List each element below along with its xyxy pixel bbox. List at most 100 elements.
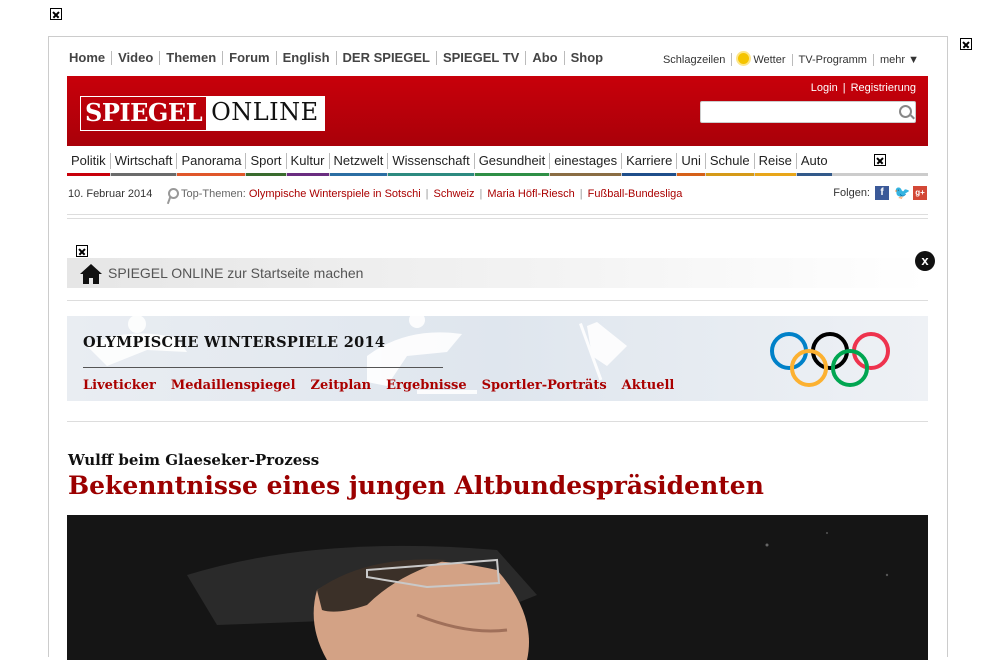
article-kicker[interactable]: Wulff beim Glaeseker-Prozess xyxy=(68,451,319,469)
olympia-link-zeitplan[interactable]: Zeitplan xyxy=(311,378,372,393)
nav-spiegel-tv[interactable]: SPIEGEL TV xyxy=(435,51,525,65)
dateline-bar: 10. Februar 2014 Top-Themen: Olympische … xyxy=(67,186,927,204)
section-color-bar xyxy=(177,173,246,176)
section-tab-uni[interactable]: Uni xyxy=(676,153,705,176)
topic-link[interactable]: Olympische Winterspiele in Sotschi xyxy=(249,188,421,200)
section-tab-label: Auto xyxy=(800,153,828,168)
schlagzeilen-link[interactable]: Schlagzeilen xyxy=(657,54,731,66)
broken-image-icon xyxy=(50,8,62,20)
broken-image-icon xyxy=(960,38,972,50)
nav-der-spiegel[interactable]: DER SPIEGEL xyxy=(335,51,436,65)
topic-link[interactable]: Fußball-Bundesliga xyxy=(588,188,683,200)
section-tab-reise[interactable]: Reise xyxy=(753,153,796,176)
divider xyxy=(67,214,928,215)
current-date: 10. Februar 2014 xyxy=(68,188,153,200)
olympic-rings-icon xyxy=(770,332,890,387)
divider xyxy=(67,421,928,422)
twitter-icon[interactable]: 🐦 xyxy=(894,186,910,200)
mehr-dropdown[interactable]: mehr ▼ xyxy=(872,53,925,66)
google-plus-icon[interactable]: g+ xyxy=(913,186,927,200)
logo-part-online: ONLINE xyxy=(206,97,324,130)
section-color-bar xyxy=(677,173,705,176)
section-tab-label: Uni xyxy=(681,153,701,168)
nav-abo[interactable]: Abo xyxy=(525,51,563,65)
weather-sun-icon xyxy=(738,53,750,64)
broken-image-icon xyxy=(76,245,88,257)
section-tab-karriere[interactable]: Karriere xyxy=(621,153,677,176)
login-link[interactable]: Login xyxy=(811,82,838,94)
section-tab-label: Wirtschaft xyxy=(114,153,173,168)
close-button[interactable]: x xyxy=(915,251,935,271)
olympia-title: OLYMPISCHE WINTERSPIELE 2014 xyxy=(83,334,386,351)
olympia-link-sportler-portraets[interactable]: Sportler-Porträts xyxy=(482,378,607,393)
olympia-link-medaillenspiegel[interactable]: Medaillenspiegel xyxy=(171,378,296,393)
section-color-bar xyxy=(246,173,286,176)
article-photo[interactable] xyxy=(67,515,928,660)
tool-navigation: Schlagzeilen Wetter TV-Programm mehr ▼ xyxy=(657,53,925,66)
nav-themen[interactable]: Themen xyxy=(159,51,222,65)
facebook-icon[interactable]: f xyxy=(875,186,889,200)
auth-links: Login | Registrierung xyxy=(811,82,916,94)
top-navigation: Home Video Themen Forum English DER SPIE… xyxy=(69,51,609,65)
topic-link[interactable]: Schweiz xyxy=(434,188,475,200)
divider xyxy=(67,300,928,301)
section-tab-gesundheit[interactable]: Gesundheit xyxy=(473,153,550,176)
home-icon xyxy=(80,264,102,284)
olympia-banner: OLYMPISCHE WINTERSPIELE 2014 Liveticker … xyxy=(67,316,928,401)
broken-image-icon xyxy=(874,154,886,166)
section-tab-label: Politik xyxy=(71,153,106,168)
search-input[interactable] xyxy=(700,101,916,123)
nav-home[interactable]: Home xyxy=(69,51,111,65)
section-tab-einestages[interactable]: einestages xyxy=(549,153,622,176)
tv-programm-link[interactable]: TV-Programm xyxy=(791,53,873,66)
nav-english[interactable]: English xyxy=(275,51,336,65)
make-startpage-bar[interactable]: SPIEGEL ONLINE zur Startseite machen xyxy=(67,258,928,288)
follow-bar: Folgen: f 🐦 g+ xyxy=(833,186,927,200)
olympia-link-aktuell[interactable]: Aktuell xyxy=(622,378,675,393)
section-color-bar xyxy=(286,173,329,176)
divider xyxy=(67,218,928,219)
olympia-link-liveticker[interactable]: Liveticker xyxy=(83,378,156,393)
search-icon[interactable] xyxy=(899,105,912,118)
article-title[interactable]: Bekenntnisse eines jungen Altbundespräsi… xyxy=(68,471,764,500)
section-tab-kultur[interactable]: Kultur xyxy=(285,153,329,176)
section-tab-label: Gesundheit xyxy=(478,153,546,168)
page-frame: Home Video Themen Forum English DER SPIE… xyxy=(48,36,948,660)
section-tab-label: Panorama xyxy=(181,153,242,168)
register-link[interactable]: Registrierung xyxy=(851,82,916,94)
section-tab-netzwelt[interactable]: Netzwelt xyxy=(328,153,388,176)
olympia-links: Liveticker Medaillenspiegel Zeitplan Erg… xyxy=(83,378,689,393)
section-tab-label: Schule xyxy=(709,153,750,168)
masthead: SPIEGEL ONLINE Login | Registrierung xyxy=(67,76,928,146)
section-tab-label: Reise xyxy=(758,153,792,168)
section-tab-wissenschaft[interactable]: Wissenschaft xyxy=(387,153,474,176)
section-tab-label: Wissenschaft xyxy=(392,153,470,168)
section-tab-auto[interactable]: Auto xyxy=(795,153,832,176)
spiegel-online-logo[interactable]: SPIEGEL ONLINE xyxy=(80,96,325,131)
section-color-bar xyxy=(550,173,622,176)
section-tab-wirtschaft[interactable]: Wirtschaft xyxy=(109,153,177,176)
olympia-title-rule xyxy=(83,367,443,368)
olympia-link-ergebnisse[interactable]: Ergebnisse xyxy=(386,378,467,393)
topic-link[interactable]: Maria Höfl-Riesch xyxy=(487,188,574,200)
make-startpage-text: SPIEGEL ONLINE zur Startseite machen xyxy=(108,265,364,281)
section-tab-politik[interactable]: Politik xyxy=(67,153,110,176)
section-tab-schule[interactable]: Schule xyxy=(704,153,754,176)
section-tab-sport[interactable]: Sport xyxy=(245,153,286,176)
section-color-bar xyxy=(796,173,832,176)
article-photo-image xyxy=(67,515,928,660)
nav-video[interactable]: Video xyxy=(111,51,159,65)
section-navigation: Politik Wirtschaft Panorama Sport Kultur Netz… xyxy=(67,153,832,176)
nav-forum[interactable]: Forum xyxy=(222,51,275,65)
wetter-link[interactable]: Wetter xyxy=(731,53,791,66)
nav-shop[interactable]: Shop xyxy=(563,51,610,65)
section-tab-panorama[interactable]: Panorama xyxy=(176,153,246,176)
section-color-bar xyxy=(388,173,474,176)
section-color-bar xyxy=(110,173,177,176)
logo-part-spiegel: SPIEGEL xyxy=(85,98,203,127)
section-color-bar xyxy=(754,173,796,176)
follow-label: Folgen: xyxy=(833,187,870,199)
top-topics-label: Top-Themen: xyxy=(181,188,246,200)
wetter-label: Wetter xyxy=(753,54,786,66)
section-color-bar xyxy=(67,173,110,176)
